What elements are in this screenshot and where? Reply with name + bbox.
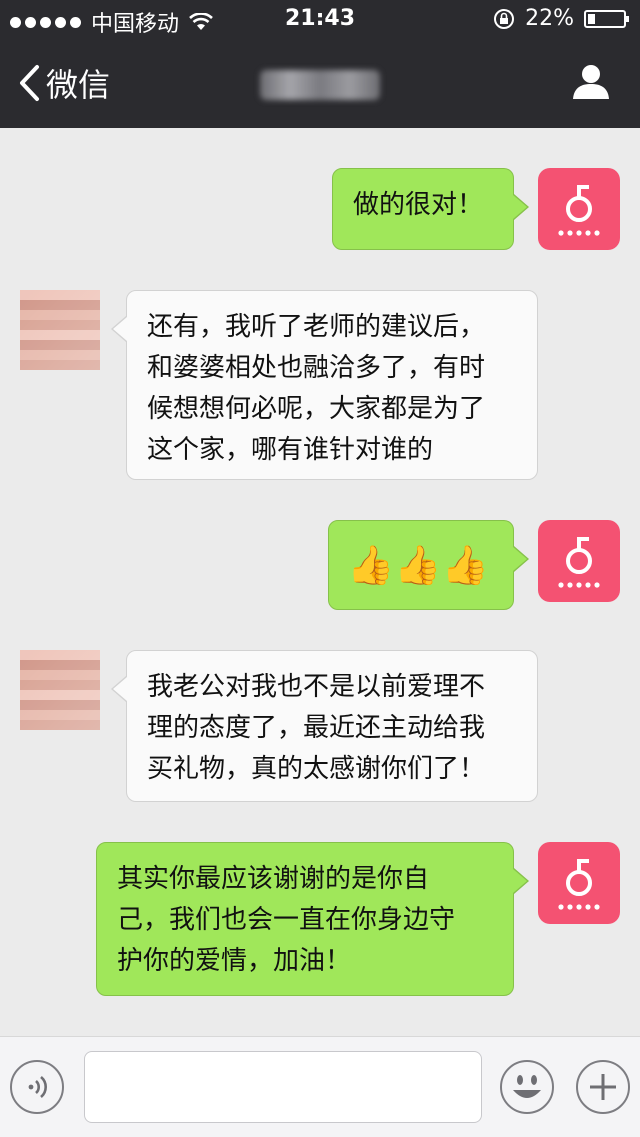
message-bubble[interactable]: 👍👍👍 xyxy=(328,520,529,610)
voice-icon xyxy=(28,1076,47,1098)
input-bar xyxy=(0,1036,640,1137)
message-line: 我老公对我也不是以前爱理不 xyxy=(147,672,486,702)
message-row: 做的很对！ xyxy=(0,168,640,252)
message-line: 这个家，哪有谁针对谁的 xyxy=(147,435,434,465)
message-line: 买礼物，真的太感谢你们了！ xyxy=(147,754,486,784)
message-line: 其实你最应该谢谢的是你自 xyxy=(117,864,430,894)
message-bubble[interactable]: 其实你最应该谢谢的是你自 己，我们也会一直在你身边守 护你的爱情，加油！ xyxy=(96,842,529,996)
back-chevron-icon xyxy=(20,65,39,101)
emoji-icon xyxy=(513,1075,541,1098)
message-line: 和婆婆相处也融洽多了，有时 xyxy=(147,353,486,383)
rotation-lock-icon xyxy=(494,8,515,29)
user-avatar[interactable] xyxy=(20,290,100,370)
voice-button[interactable] xyxy=(10,1060,64,1114)
brand-avatar[interactable] xyxy=(538,520,620,602)
plus-icon xyxy=(590,1074,616,1100)
more-button[interactable] xyxy=(576,1060,630,1114)
message-input[interactable] xyxy=(84,1051,482,1123)
message-row: 其实你最应该谢谢的是你自 己，我们也会一直在你身边守 护你的爱情，加油！ xyxy=(0,842,640,996)
thumbs-up-emoji: 👍👍👍 xyxy=(347,542,489,587)
message-line: 己，我们也会一直在你身边守 xyxy=(117,905,456,935)
message-line: 理的态度了，最近还主动给我 xyxy=(147,713,486,743)
battery-icon xyxy=(584,9,629,28)
profile-icon xyxy=(573,65,609,99)
message-row: 还有，我听了老师的建议后， 和婆婆相处也融洽多了，有时 候想想何必呢，大家都是为… xyxy=(0,290,640,480)
brand-logo-icon xyxy=(558,537,600,588)
chat-title-blurred xyxy=(260,70,380,100)
brand-avatar[interactable] xyxy=(538,842,620,924)
message-row: 👍👍👍 xyxy=(0,520,640,610)
message-line: 候想想何必呢，大家都是为了 xyxy=(147,394,486,424)
back-button[interactable]: 微信 xyxy=(18,60,110,106)
message-bubble[interactable]: 做的很对！ xyxy=(332,168,529,250)
message-row: 我老公对我也不是以前爱理不 理的态度了，最近还主动给我 买礼物，真的太感谢你们了… xyxy=(0,650,640,802)
message-bubble[interactable]: 还有，我听了老师的建议后， 和婆婆相处也融洽多了，有时 候想想何必呢，大家都是为… xyxy=(111,290,538,480)
status-bar: 中国移动 21:43 22% xyxy=(0,0,640,40)
emoji-button[interactable] xyxy=(500,1060,554,1114)
nav-bar: 微信 xyxy=(0,40,640,128)
brand-avatar[interactable] xyxy=(538,168,620,250)
brand-logo-icon xyxy=(558,185,600,236)
message-line: 还有，我听了老师的建议后， xyxy=(147,312,486,342)
message-line: 护你的爱情，加油！ xyxy=(117,946,352,976)
brand-logo-icon xyxy=(558,859,600,910)
message-bubble[interactable]: 我老公对我也不是以前爱理不 理的态度了，最近还主动给我 买礼物，真的太感谢你们了… xyxy=(111,650,538,802)
message-text: 做的很对！ xyxy=(353,190,484,220)
user-avatar[interactable] xyxy=(20,650,100,730)
battery-percent: 22% xyxy=(525,6,574,31)
back-label: 微信 xyxy=(46,66,111,104)
profile-button[interactable] xyxy=(572,62,610,104)
